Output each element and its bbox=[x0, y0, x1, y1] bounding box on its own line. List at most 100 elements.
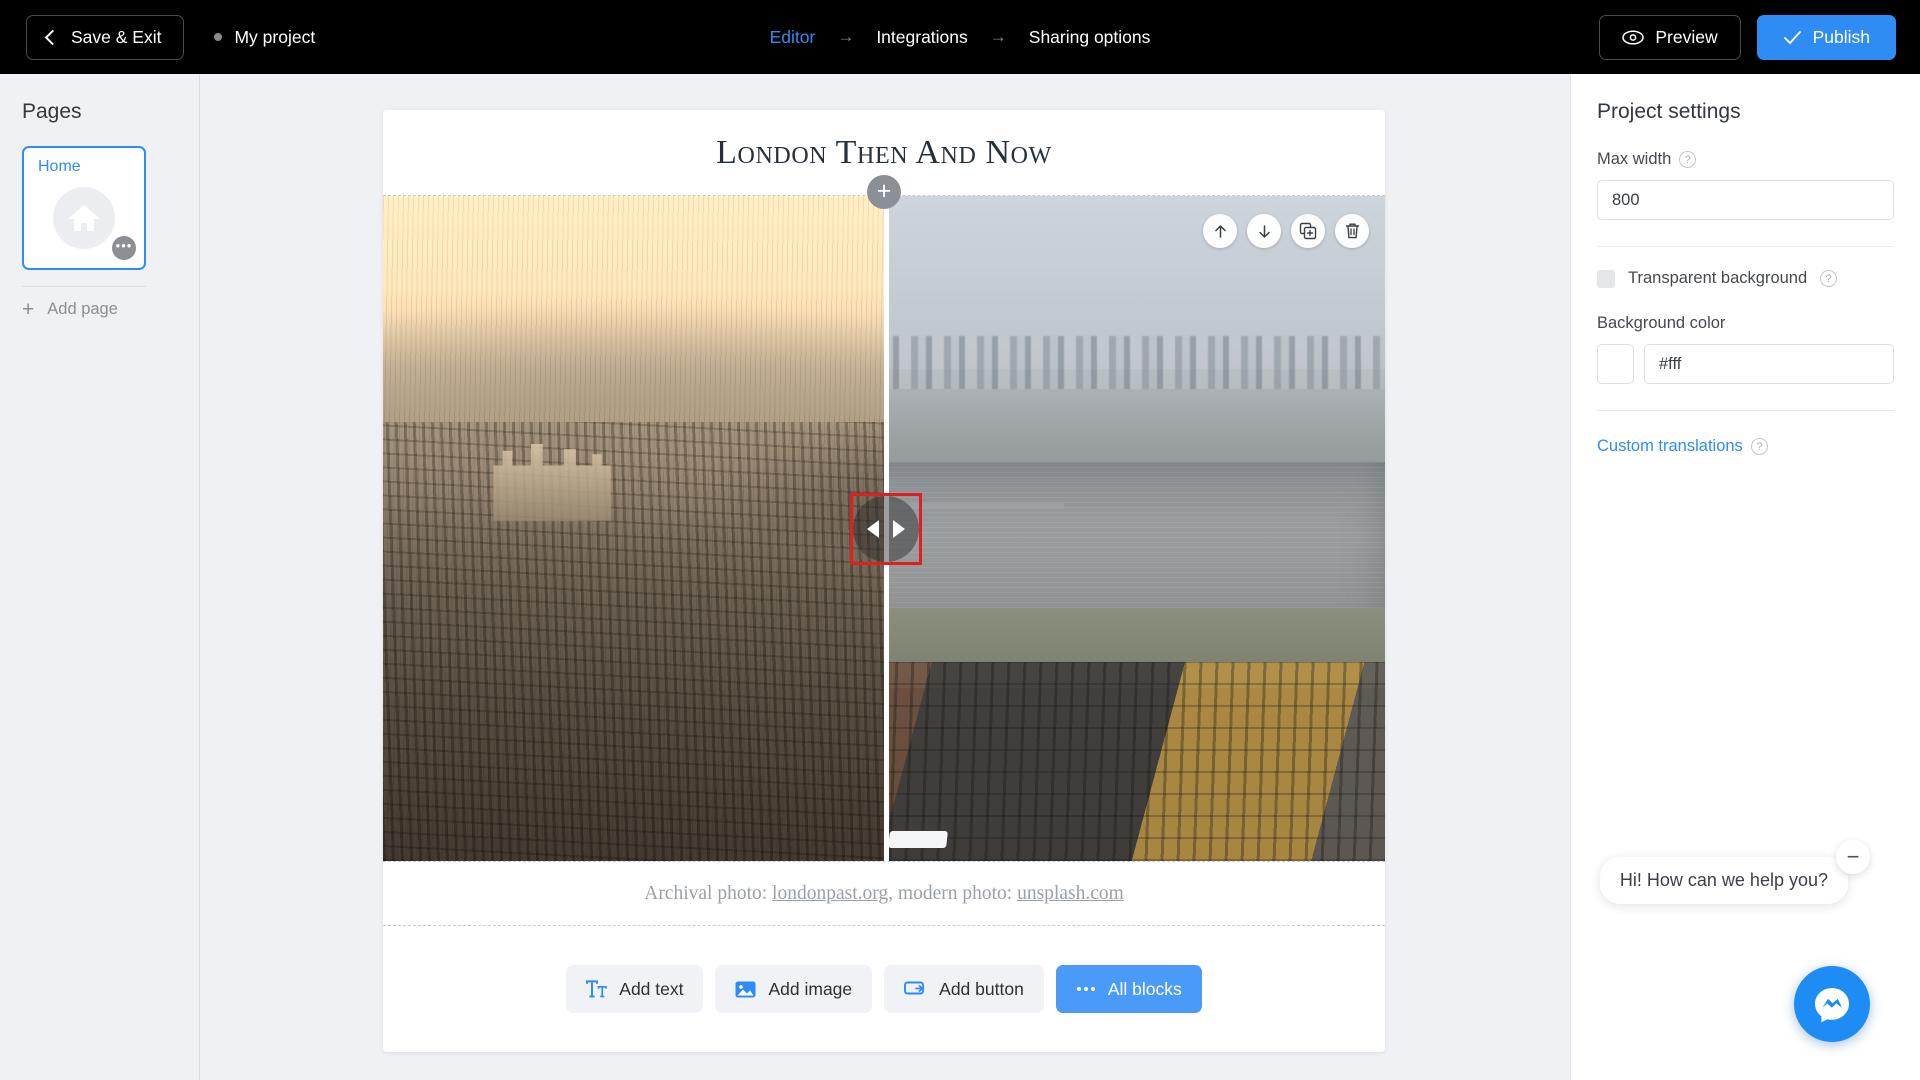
button-icon bbox=[904, 981, 925, 995]
add-image-label: Add image bbox=[768, 978, 853, 999]
home-thumbnail bbox=[53, 186, 115, 249]
trash-icon bbox=[1345, 223, 1359, 239]
move-block-up-button[interactable] bbox=[1203, 214, 1237, 248]
page-card-home[interactable]: Home ••• bbox=[22, 146, 146, 270]
chat-greeting-text: Hi! How can we help you? bbox=[1619, 870, 1828, 890]
project-settings-panel: Project settings Max width ? Transparent… bbox=[1570, 74, 1920, 1080]
add-page-label: Add page bbox=[47, 300, 118, 318]
arrow-right-icon-2: → bbox=[989, 27, 1007, 46]
duplicate-block-button[interactable] bbox=[1291, 214, 1325, 248]
arrow-down-icon bbox=[1258, 224, 1270, 238]
add-image-button[interactable]: Add image bbox=[715, 965, 873, 1013]
all-blocks-button[interactable]: All blocks bbox=[1055, 965, 1202, 1013]
sidebar-divider bbox=[22, 286, 146, 287]
custom-translations-link[interactable]: Custom translations ? bbox=[1597, 437, 1894, 456]
step-integrations[interactable]: Integrations bbox=[876, 27, 967, 48]
app-root: Save & Exit My project Editor → Integrat… bbox=[0, 0, 1920, 1080]
transparent-background-checkbox[interactable] bbox=[1597, 269, 1615, 288]
max-width-label-row: Max width ? bbox=[1597, 150, 1894, 169]
settings-title: Project settings bbox=[1597, 100, 1741, 123]
check-icon bbox=[1783, 30, 1801, 44]
add-text-label: Add text bbox=[619, 978, 684, 999]
background-section: Transparent background ? Background colo… bbox=[1571, 269, 1920, 384]
before-after-image-block[interactable]: + bbox=[383, 175, 1385, 862]
settings-divider-1 bbox=[1597, 246, 1894, 247]
bus bbox=[888, 830, 948, 848]
comparison-images bbox=[383, 196, 1385, 861]
preview-button[interactable]: Preview bbox=[1599, 14, 1741, 60]
save-and-exit-label: Save & Exit bbox=[71, 26, 162, 47]
add-block-toolbar: Add text Add image Add button All blocks bbox=[383, 926, 1385, 1052]
chat-minimize-button[interactable]: − bbox=[1836, 840, 1870, 874]
transparent-background-row[interactable]: Transparent background ? bbox=[1597, 269, 1894, 288]
caption-prefix: Archival photo: bbox=[644, 882, 773, 904]
plus-icon: + bbox=[22, 298, 35, 321]
block-toolbar bbox=[1203, 214, 1369, 248]
pages-title: Pages bbox=[22, 100, 82, 123]
page-title: London Then And Now bbox=[716, 133, 1052, 171]
max-width-label: Max width bbox=[1597, 150, 1672, 168]
caption-text: Archival photo: londonpast.org, modern p… bbox=[644, 883, 1124, 905]
page-options-button[interactable]: ••• bbox=[112, 236, 136, 260]
pages-sidebar: Pages Home ••• + Add page bbox=[0, 74, 200, 1080]
delete-block-button[interactable] bbox=[1335, 214, 1369, 248]
save-and-exit-button[interactable]: Save & Exit bbox=[26, 14, 185, 60]
transparent-background-help-icon[interactable]: ? bbox=[1820, 270, 1838, 287]
messenger-chat-button[interactable] bbox=[1794, 966, 1870, 1042]
max-width-help-icon[interactable]: ? bbox=[1679, 151, 1697, 168]
victorian-rooftops bbox=[383, 422, 886, 861]
divider-section bbox=[1571, 246, 1920, 247]
chat-greeting-bubble[interactable]: Hi! How can we help you? bbox=[1599, 857, 1848, 904]
text-icon bbox=[586, 980, 608, 998]
add-block-button[interactable]: + bbox=[867, 175, 901, 209]
add-page-button[interactable]: + Add page bbox=[22, 299, 199, 320]
caption-link-archival[interactable]: londonpast.org bbox=[772, 883, 888, 904]
add-text-button[interactable]: Add text bbox=[566, 965, 704, 1013]
max-width-section: Max width ? bbox=[1571, 150, 1920, 220]
editor-stage: London Then And Now + Archival photo: lo… bbox=[200, 74, 1570, 1080]
publish-label: Publish bbox=[1812, 26, 1870, 47]
duplicate-icon bbox=[1299, 222, 1317, 240]
archival-photo-clip bbox=[383, 196, 886, 861]
top-bar: Save & Exit My project Editor → Integrat… bbox=[0, 0, 1920, 74]
arrow-up-icon bbox=[1214, 224, 1226, 238]
translations-section: Custom translations ? bbox=[1571, 410, 1920, 456]
settings-divider-2 bbox=[1597, 410, 1894, 411]
background-color-label: Background color bbox=[1597, 314, 1726, 332]
all-blocks-label: All blocks bbox=[1107, 978, 1182, 999]
project-name-chip[interactable]: My project bbox=[214, 27, 315, 48]
caption-middle: , modern photo: bbox=[888, 882, 1018, 904]
arrow-right-icon-1: → bbox=[837, 27, 855, 46]
max-width-input[interactable] bbox=[1597, 180, 1894, 220]
image-icon bbox=[735, 981, 756, 997]
page-canvas: London Then And Now + Archival photo: lo… bbox=[383, 110, 1385, 1052]
step-sharing-options[interactable]: Sharing options bbox=[1029, 27, 1151, 48]
chevron-left-icon bbox=[44, 29, 61, 45]
add-button-button[interactable]: Add button bbox=[884, 965, 1044, 1013]
workflow-steps: Editor → Integrations → Sharing options bbox=[770, 27, 1151, 48]
background-color-label-row: Background color bbox=[1597, 314, 1894, 333]
slider-selection-box bbox=[850, 492, 922, 565]
messenger-icon bbox=[1815, 988, 1849, 1023]
archival-photo bbox=[383, 196, 886, 861]
publish-button[interactable]: Publish bbox=[1756, 14, 1896, 60]
custom-translations-help-icon[interactable]: ? bbox=[1750, 438, 1768, 455]
status-dot-icon bbox=[214, 33, 223, 41]
caption-block[interactable]: Archival photo: londonpast.org, modern p… bbox=[383, 862, 1385, 926]
transparent-background-label: Transparent background bbox=[1628, 269, 1808, 287]
home-icon bbox=[68, 204, 100, 231]
page-card-label: Home bbox=[38, 158, 81, 175]
background-color-input[interactable] bbox=[1644, 344, 1894, 384]
move-block-down-button[interactable] bbox=[1247, 214, 1281, 248]
top-bar-actions: Preview Publish bbox=[1599, 14, 1896, 60]
background-color-row bbox=[1597, 344, 1894, 384]
preview-label: Preview bbox=[1655, 26, 1718, 47]
step-editor[interactable]: Editor bbox=[770, 27, 816, 48]
eye-icon bbox=[1622, 29, 1645, 45]
caption-link-modern[interactable]: unsplash.com bbox=[1017, 883, 1124, 904]
add-button-label: Add button bbox=[939, 978, 1024, 999]
more-icon bbox=[1076, 987, 1095, 991]
custom-translations-label: Custom translations bbox=[1597, 437, 1743, 455]
project-name-label: My project bbox=[234, 26, 316, 47]
background-color-swatch[interactable] bbox=[1597, 344, 1634, 384]
